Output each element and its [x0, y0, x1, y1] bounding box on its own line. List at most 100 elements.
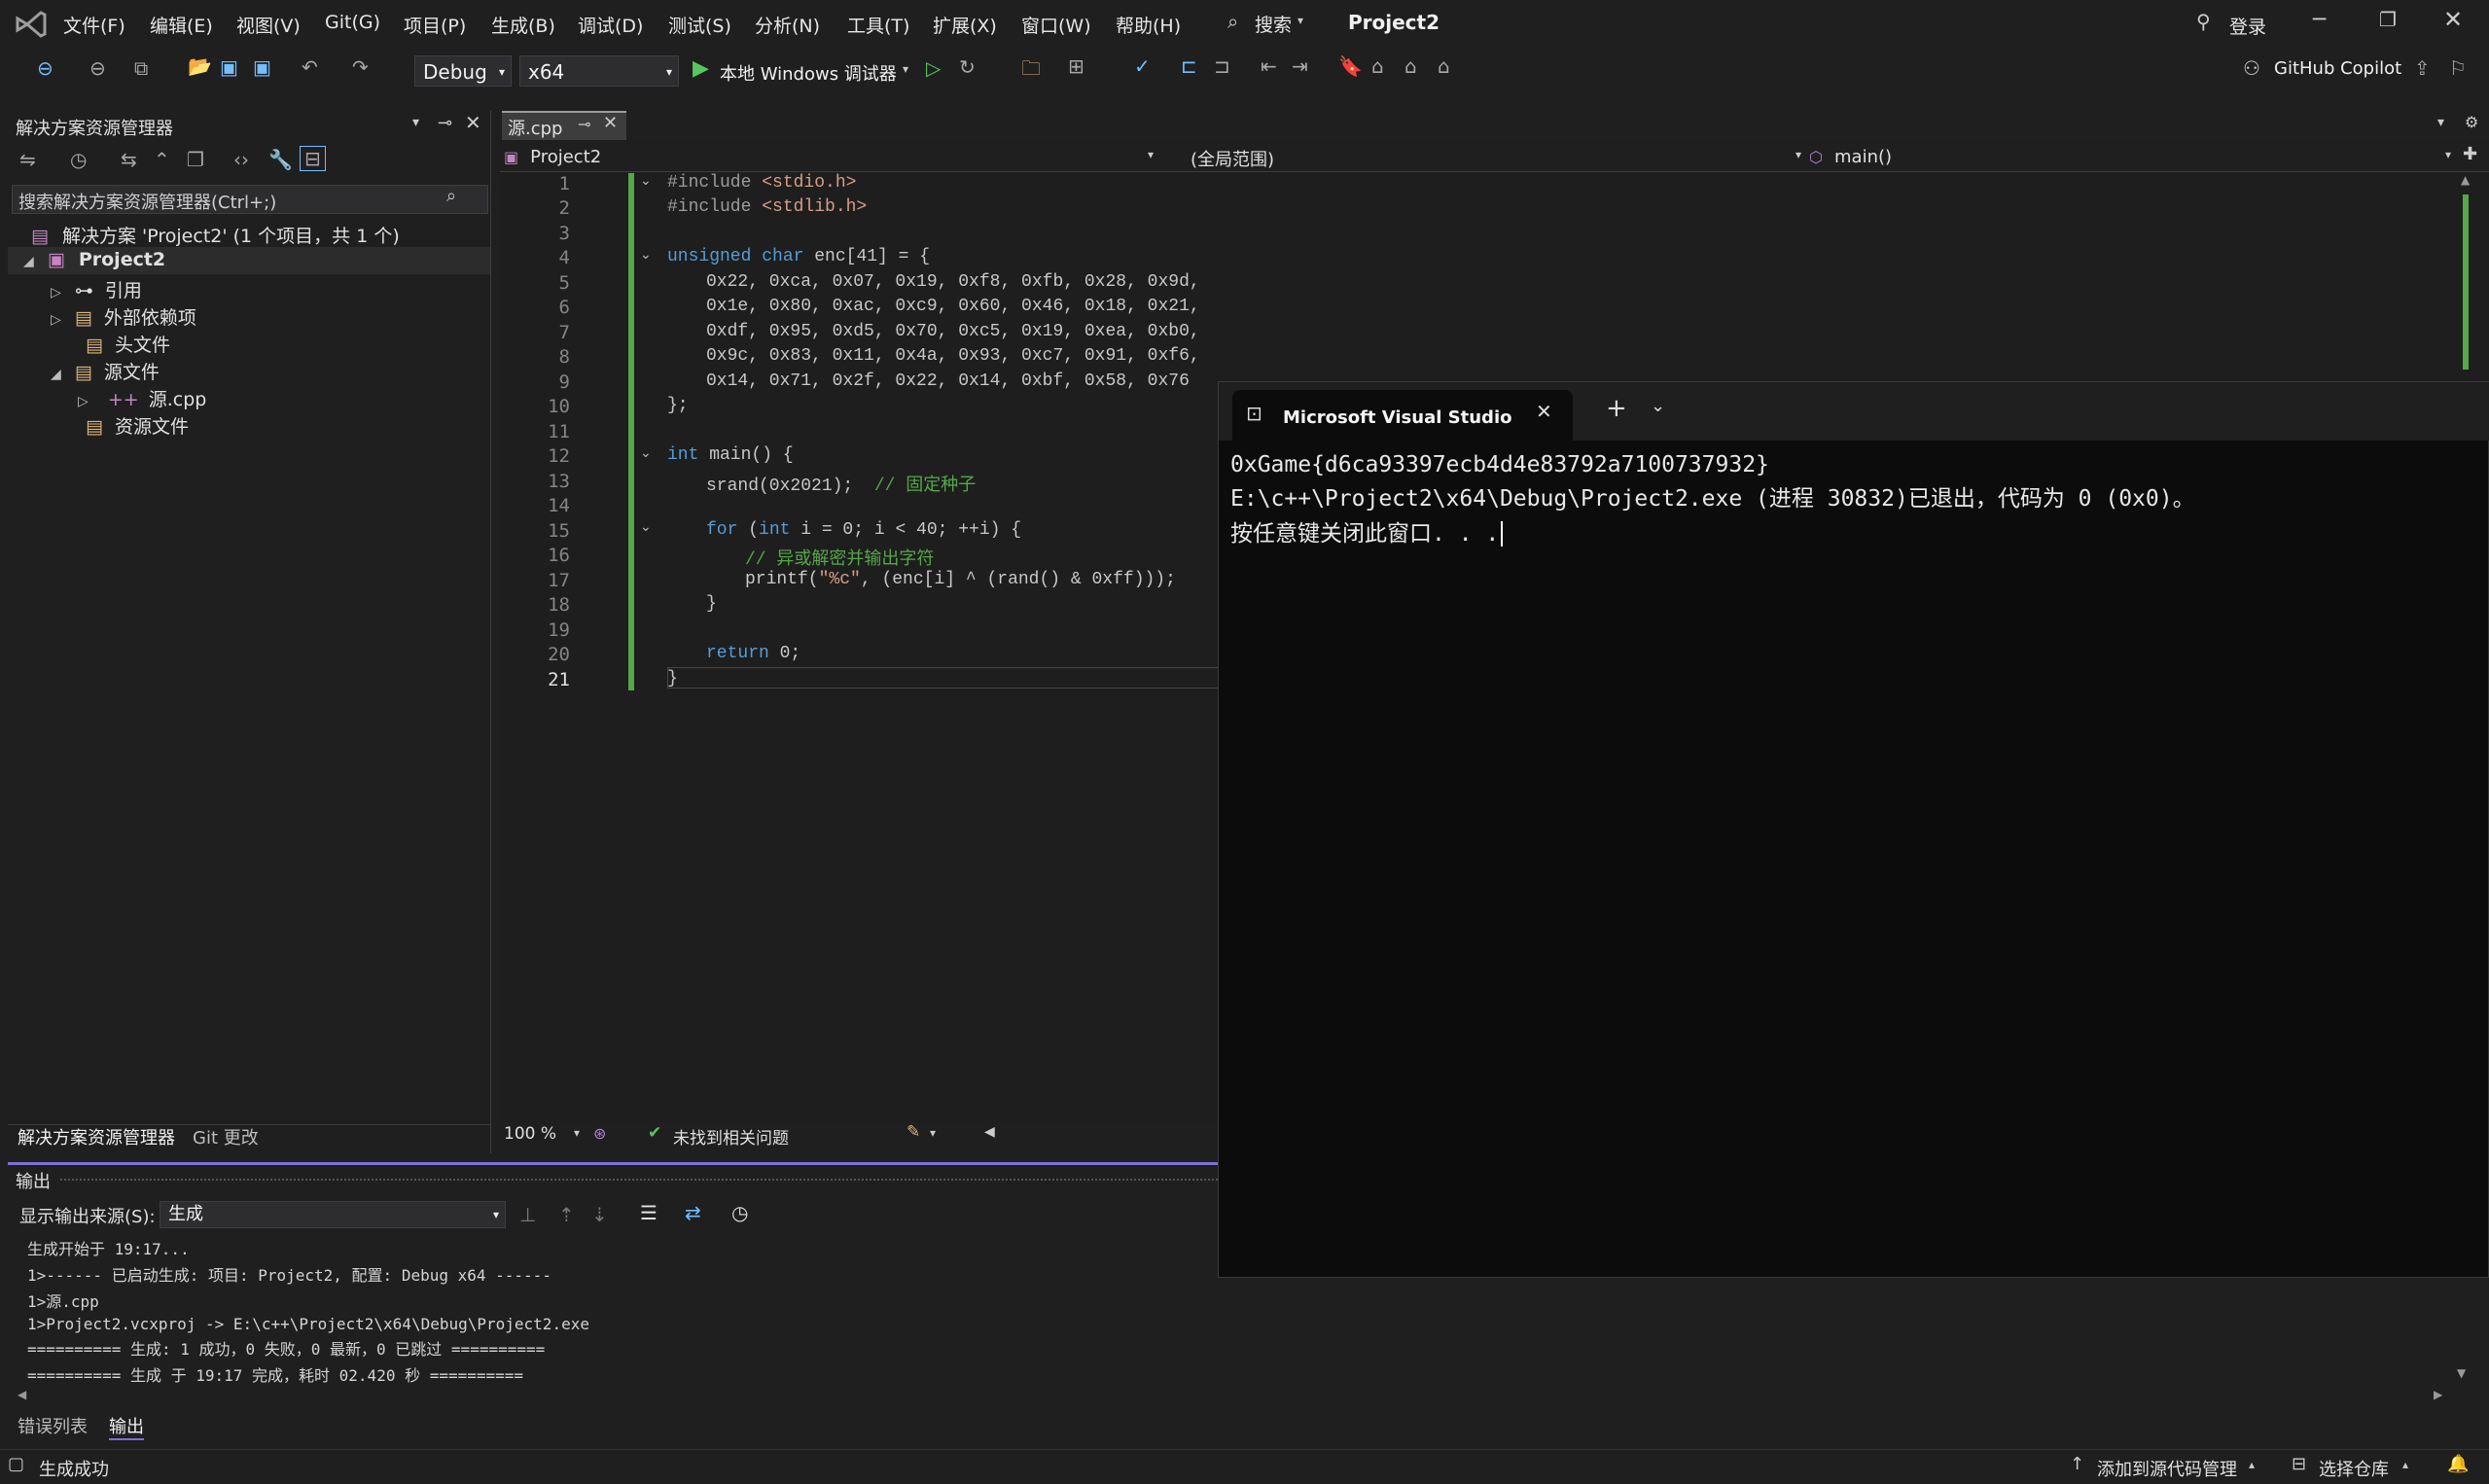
- menu-build[interactable]: 生成(B): [491, 12, 555, 38]
- add-to-source-control-button[interactable]: 添加到源代码管理: [2097, 1456, 2237, 1481]
- select-repository-button[interactable]: 选择仓库: [2319, 1456, 2389, 1481]
- close-tab-icon[interactable]: ✕: [1536, 400, 1552, 423]
- hot-reload-icon[interactable]: ↻: [959, 55, 976, 79]
- menu-analyze[interactable]: 分析(N): [755, 12, 820, 38]
- panel-menu-icon[interactable]: ▾: [412, 115, 419, 130]
- tree-item-source-files[interactable]: ◢ ▤ 源文件: [51, 358, 160, 384]
- spellcheck-icon[interactable]: ✓: [1134, 54, 1151, 78]
- close-tab-icon[interactable]: ✕: [603, 113, 618, 133]
- sync-icon[interactable]: ⇆: [121, 148, 137, 171]
- minimize-icon[interactable]: ─: [2313, 8, 2326, 32]
- menu-extensions[interactable]: 扩展(X): [933, 12, 997, 38]
- pin-icon[interactable]: ⊸: [438, 113, 452, 133]
- menu-file[interactable]: 文件(F): [63, 12, 125, 38]
- word-wrap-icon[interactable]: ⇄: [685, 1201, 701, 1224]
- next-bookmark-icon[interactable]: ⌂: [1405, 54, 1417, 78]
- solution-search-input[interactable]: 搜索解决方案资源管理器(Ctrl+;) ⌕: [12, 185, 488, 214]
- folder-icon[interactable]: 🗀: [1021, 54, 1041, 88]
- close-panel-icon[interactable]: ✕: [465, 111, 481, 134]
- tree-item-source-cpp[interactable]: ▷ ++ 源.cpp: [78, 385, 206, 411]
- fold-icon[interactable]: ⌄: [640, 247, 652, 263]
- redo-icon[interactable]: ↷: [352, 55, 369, 79]
- pin-icon[interactable]: ⊸: [578, 115, 590, 133]
- scroll-right-icon[interactable]: ▶: [2434, 1388, 2442, 1401]
- start-without-debugging-icon[interactable]: ▷: [926, 56, 941, 80]
- fold-icon[interactable]: ⌄: [640, 173, 652, 189]
- show-all-files-icon[interactable]: ❐: [187, 148, 204, 171]
- scroll-down-icon[interactable]: ▼: [2457, 1366, 2466, 1380]
- project-dropdown[interactable]: ▣ Project2 ▾: [504, 146, 1154, 169]
- chevron-down-icon[interactable]: ⌄: [1651, 396, 1665, 416]
- tree-item-external-deps[interactable]: ▷ ▤ 外部依赖项: [51, 303, 196, 330]
- tab-output[interactable]: 输出: [109, 1413, 144, 1440]
- menu-window[interactable]: 窗口(W): [1021, 12, 1091, 38]
- comment-icon[interactable]: ⊏: [1181, 54, 1197, 78]
- tree-item-references[interactable]: ▷ ⊶ 引用: [51, 276, 142, 302]
- feedback-icon[interactable]: ⚐: [2449, 56, 2467, 80]
- clear-bookmarks-icon[interactable]: ⌂: [1438, 54, 1450, 78]
- switch-views-icon[interactable]: ⇋: [19, 148, 36, 171]
- properties-icon[interactable]: 🔧: [268, 148, 293, 171]
- menu-test[interactable]: 测试(S): [668, 12, 731, 38]
- navigate-back-icon[interactable]: ⊖: [37, 56, 53, 80]
- menu-view[interactable]: 视图(V): [236, 12, 301, 38]
- menu-help[interactable]: 帮助(H): [1116, 12, 1181, 38]
- save-icon[interactable]: ▣: [220, 55, 238, 79]
- console-tab[interactable]: ⊡ Microsoft Visual Studio 调试或 ✕: [1232, 390, 1573, 441]
- tab-list-icon[interactable]: ▾: [2437, 115, 2444, 130]
- view-code-icon[interactable]: ‹›: [233, 148, 249, 171]
- previous-message-icon[interactable]: ⇡: [558, 1203, 575, 1226]
- preview-icon[interactable]: ⊟: [300, 146, 326, 171]
- undo-icon[interactable]: ↶: [302, 55, 318, 79]
- menu-tools[interactable]: 工具(T): [847, 12, 909, 38]
- open-folder-icon[interactable]: 📂: [188, 54, 212, 78]
- navigate-forward-icon[interactable]: ⊖: [89, 56, 106, 80]
- new-project-icon[interactable]: ⧉: [134, 56, 148, 80]
- menu-git[interactable]: Git(G): [325, 12, 380, 33]
- restore-icon[interactable]: ❐: [2379, 8, 2397, 31]
- issues-status[interactable]: 未找到相关问题: [673, 1124, 789, 1148]
- gear-icon[interactable]: ⚙: [2465, 113, 2478, 131]
- split-icon[interactable]: ✚: [2463, 144, 2477, 164]
- browse-icon[interactable]: ⊞: [1068, 54, 1084, 78]
- notifications-icon[interactable]: 🔔: [2447, 1454, 2469, 1474]
- platform-select[interactable]: x64 ▾: [519, 55, 679, 87]
- menu-project[interactable]: 项目(P): [404, 12, 466, 38]
- menu-edit[interactable]: 编辑(E): [150, 12, 213, 38]
- tree-item-header-files[interactable]: ▤ 头文件: [86, 331, 170, 357]
- new-tab-icon[interactable]: +: [1606, 394, 1627, 423]
- tab-source-cpp[interactable]: 源.cpp ⊸ ✕: [502, 111, 626, 140]
- find-message-icon[interactable]: ⊥: [519, 1203, 536, 1226]
- fold-icon[interactable]: ⌄: [640, 519, 652, 535]
- output-source-select[interactable]: 生成 ▾: [160, 1201, 506, 1228]
- indent-icon[interactable]: ⇥: [1292, 54, 1308, 78]
- scroll-up-icon[interactable]: ▲: [2461, 173, 2470, 187]
- console-output[interactable]: 0xGame{d6ca93397ecb4d4e83792a7100737932}…: [1230, 452, 2195, 548]
- uncomment-icon[interactable]: ⊐: [1214, 54, 1230, 78]
- scroll-left-icon[interactable]: ◀: [984, 1124, 995, 1140]
- scroll-left-icon[interactable]: ◀: [18, 1388, 26, 1401]
- history-icon[interactable]: ◷: [70, 148, 87, 171]
- tab-solution-explorer[interactable]: 解决方案资源管理器: [18, 1124, 175, 1149]
- project-node[interactable]: ◢ ▣ Project2: [23, 249, 165, 270]
- collapse-all-icon[interactable]: ⌃: [154, 148, 170, 171]
- login-button[interactable]: 登录: [2229, 13, 2266, 39]
- clear-all-icon[interactable]: ☰: [640, 1201, 658, 1224]
- bookmark-icon[interactable]: 🔖: [1338, 54, 1363, 78]
- scope-dropdown[interactable]: (全局范围) ▾: [1181, 146, 1801, 170]
- output-text[interactable]: 生成开始于 19:17... 1>------ 已启动生成: 项目: Proje…: [27, 1236, 589, 1386]
- share-icon[interactable]: ⇪: [2414, 56, 2431, 80]
- solution-node[interactable]: ▤ 解决方案 'Project2' (1 个项目，共 1 个): [31, 222, 400, 248]
- fold-icon[interactable]: ⌄: [640, 445, 652, 461]
- previous-bookmark-icon[interactable]: ⌂: [1371, 54, 1384, 78]
- drag-handle[interactable]: [60, 1179, 1218, 1183]
- function-dropdown[interactable]: ⬡ main() ▾: [1809, 146, 2451, 169]
- tab-git-changes[interactable]: Git 更改: [193, 1124, 259, 1149]
- menu-debug[interactable]: 调试(D): [578, 12, 643, 38]
- next-message-icon[interactable]: ⇣: [591, 1203, 608, 1226]
- clock-icon[interactable]: ◷: [731, 1201, 748, 1224]
- tab-error-list[interactable]: 错误列表: [18, 1413, 88, 1438]
- tree-item-resource-files[interactable]: ▤ 资源文件: [86, 412, 189, 439]
- visual-studio-logo-icon[interactable]: [14, 10, 47, 39]
- zoom-level[interactable]: 100 %: [504, 1124, 556, 1144]
